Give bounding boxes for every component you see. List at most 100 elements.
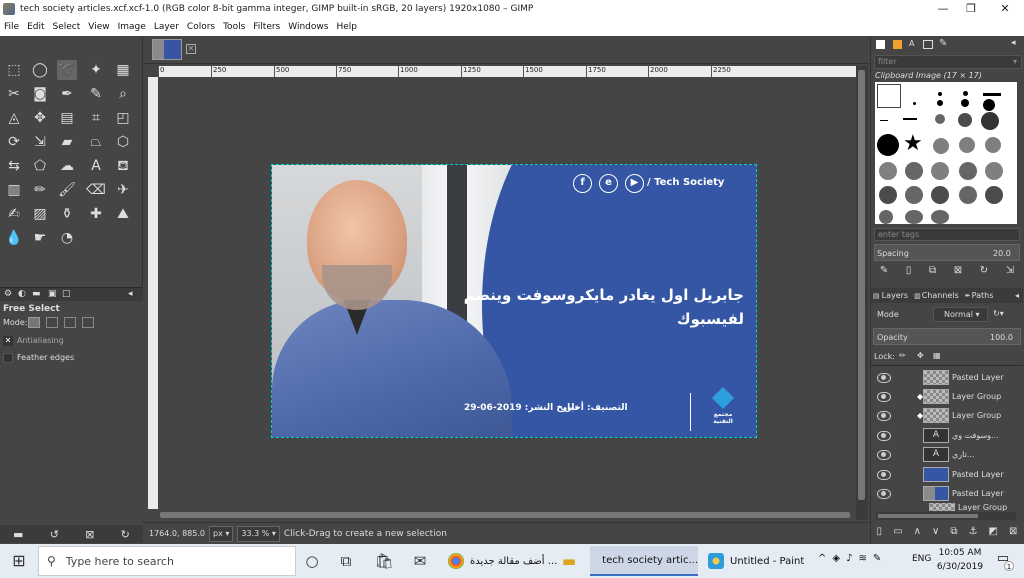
refresh-brush-icon[interactable]: ↻	[980, 265, 988, 281]
tab-menu-icon[interactable]: ◂	[128, 289, 133, 299]
duplicate-layer-icon[interactable]: ⧉	[950, 526, 957, 542]
blur-icon[interactable]: 💧	[4, 228, 24, 248]
move-icon[interactable]: ✥	[30, 108, 50, 128]
pen-icon[interactable]: ✎	[873, 553, 887, 564]
rotate-icon[interactable]: ⟳	[4, 132, 24, 152]
fg-bg-tab-icon[interactable]: □	[62, 289, 71, 299]
layer-row[interactable]: Pasted Layer	[871, 465, 1021, 484]
mode-intersect-icon[interactable]	[82, 317, 94, 328]
lower-layer-icon[interactable]: ∨	[932, 526, 939, 542]
dodge-burn-icon[interactable]: ◔	[57, 228, 77, 248]
visibility-eye-icon[interactable]	[877, 430, 891, 441]
taskbar-search[interactable]: ⚲ Type here to search	[38, 546, 296, 576]
image-tab-thumbnail[interactable]	[152, 39, 182, 60]
menu-file[interactable]: File	[4, 22, 19, 32]
mask-layer-icon[interactable]: ◩	[989, 526, 998, 542]
opacity-slider[interactable]: Opacity 100.0	[873, 328, 1021, 345]
taskbar-app-paint[interactable]: Untitled - Paint	[702, 546, 806, 576]
text-tool-icon[interactable]: A	[86, 156, 106, 176]
lock-position-icon[interactable]: ✥	[917, 351, 924, 360]
taskbar-app-gimp[interactable]: tech society artic...	[590, 546, 698, 576]
layer-row[interactable]: Layer Group	[871, 503, 1021, 511]
anchor-layer-icon[interactable]: ⚓	[969, 526, 978, 542]
close-tab-icon[interactable]: ✕	[186, 44, 196, 54]
mypaint-brush-icon[interactable]: ▨	[30, 204, 50, 224]
undo-history-tab-icon[interactable]: ▬	[32, 289, 41, 299]
visibility-eye-icon[interactable]	[877, 449, 891, 460]
delete-options-icon[interactable]: ⊠	[85, 528, 94, 541]
restore-options-icon[interactable]: ↺	[50, 528, 59, 541]
pencil-icon[interactable]: ✏	[30, 180, 50, 200]
clipboard-brush[interactable]	[877, 84, 901, 108]
patterns-tab-icon[interactable]	[893, 40, 902, 49]
open-brush-icon[interactable]: ⇲	[1006, 265, 1014, 281]
layer-row[interactable]: ◆ Layer Group #	[871, 406, 1021, 425]
feather-checkbox[interactable]	[3, 353, 13, 363]
spacing-slider[interactable]: Spacing 20.0	[874, 244, 1020, 261]
device-status-tab-icon[interactable]: ◐	[18, 289, 26, 299]
menu-layer[interactable]: Layer	[154, 22, 179, 32]
delete-layer-icon[interactable]: ⊠	[1009, 526, 1017, 542]
layer-row[interactable]: ◆ Layer Group	[871, 387, 1021, 406]
windows-start-icon[interactable]: ⊞	[7, 549, 31, 573]
horizontal-scrollbar[interactable]	[158, 510, 856, 520]
vertical-scrollbar[interactable]	[856, 66, 868, 520]
crop-icon[interactable]: ⌗	[86, 108, 106, 128]
layer-row[interactable]: A وسوفت وي...	[871, 426, 1021, 445]
network-icon[interactable]: ≋	[858, 553, 872, 564]
duplicate-brush-icon[interactable]: ⧉	[929, 265, 936, 281]
brush-tags-input[interactable]: enter tags	[874, 228, 1020, 241]
mode-add-icon[interactable]	[46, 317, 58, 328]
unified-transform-icon[interactable]: ◰	[113, 108, 133, 128]
close-button[interactable]: ✕	[990, 0, 1020, 18]
bucket-fill-icon[interactable]: ⛾	[113, 156, 133, 176]
brushes-tab-icon[interactable]	[876, 40, 885, 49]
bluetooth-icon[interactable]: ◈	[832, 553, 846, 564]
menu-view[interactable]: View	[88, 22, 109, 32]
foreground-select-icon[interactable]: ◙	[30, 84, 50, 104]
free-select-icon[interactable]: ➰	[57, 60, 77, 80]
image-canvas[interactable]: f e ▶ / Tech Society جابريل اول يغادر ما…	[271, 164, 757, 438]
warp-transform-icon[interactable]: ☁	[57, 156, 77, 176]
menu-select[interactable]: Select	[53, 22, 81, 32]
unit-select[interactable]: px ▾	[208, 525, 234, 542]
cortana-icon[interactable]: ○	[300, 549, 324, 573]
shear-icon[interactable]: ▰	[57, 132, 77, 152]
tool-options-tab-icon[interactable]: ⚙	[4, 289, 12, 299]
flip-icon[interactable]: ⇆	[4, 156, 24, 176]
task-view-icon[interactable]: ⧉	[334, 549, 358, 573]
menu-image[interactable]: Image	[118, 22, 146, 32]
brush-filter-input[interactable]: filter ▾	[874, 55, 1022, 69]
rect-select-icon[interactable]: ⬚	[4, 60, 24, 80]
3d-transform-icon[interactable]: ⬡	[113, 132, 133, 152]
new-group-icon[interactable]: ▭	[893, 526, 902, 542]
tab-menu-icon[interactable]: ◂	[1011, 38, 1016, 48]
menu-edit[interactable]: Edit	[27, 22, 44, 32]
menu-help[interactable]: Help	[336, 22, 357, 32]
menu-tools[interactable]: Tools	[223, 22, 245, 32]
layer-row[interactable]: Pasted Layer	[871, 484, 1021, 503]
zoom-icon[interactable]: ⌕	[113, 84, 133, 104]
tab-menu-icon[interactable]: ◂	[1015, 291, 1019, 300]
antialiasing-checkbox[interactable]: ✕	[3, 336, 13, 346]
raise-layer-icon[interactable]: ∧	[914, 526, 921, 542]
layer-row[interactable]: Pasted Layer	[871, 368, 1021, 387]
menu-colors[interactable]: Colors	[187, 22, 215, 32]
reset-options-icon[interactable]: ↻	[121, 528, 130, 541]
layers-scrollbar[interactable]	[876, 512, 1016, 520]
new-brush-icon[interactable]: ▯	[906, 265, 912, 281]
expand-group-icon[interactable]: ◆	[917, 392, 923, 401]
perspective-icon[interactable]: ⏢	[86, 132, 106, 152]
menu-windows[interactable]: Windows	[288, 22, 328, 32]
store-icon[interactable]: 🛍	[372, 549, 396, 573]
visibility-eye-icon[interactable]	[877, 410, 891, 421]
images-tab-icon[interactable]: ▣	[48, 289, 57, 299]
ellipse-select-icon[interactable]: ◯	[30, 60, 50, 80]
layer-mode-select[interactable]: Normal ▾	[933, 307, 988, 322]
tab-layers[interactable]: Layers	[882, 291, 908, 300]
measure-icon[interactable]: ◬	[4, 108, 24, 128]
lock-alpha-icon[interactable]: ▦	[933, 351, 941, 360]
mode-subtract-icon[interactable]	[64, 317, 76, 328]
taskbar-clock[interactable]: 10:05 AM 6/30/2019	[934, 546, 986, 576]
paint-dynamics-tab-icon[interactable]: ✎	[939, 38, 947, 49]
